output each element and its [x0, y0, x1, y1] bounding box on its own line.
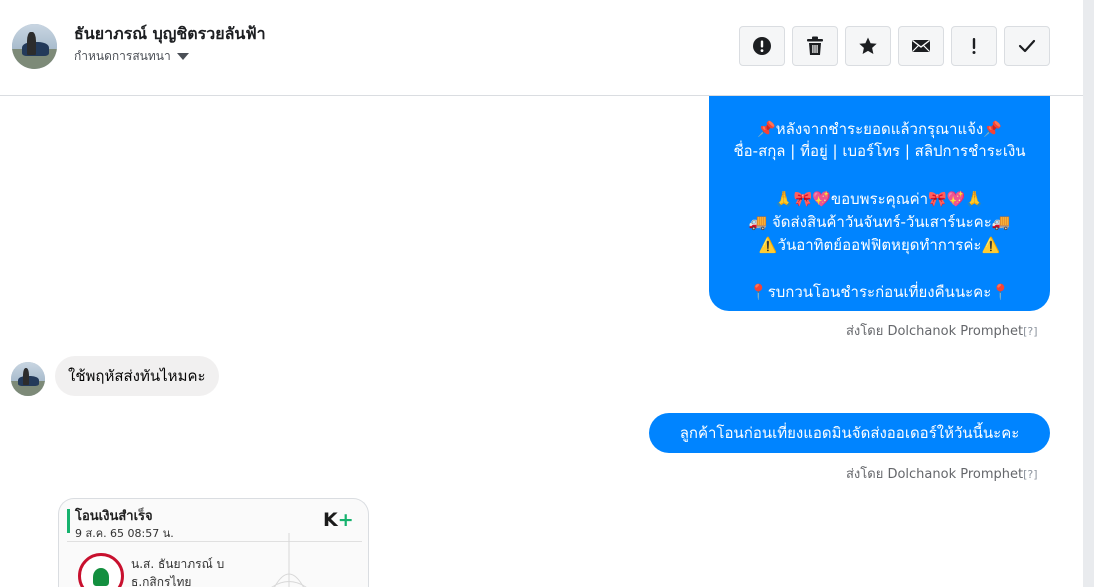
- slip-datetime: 9 ส.ค. 65 08:57 น.: [75, 527, 174, 540]
- message-line: 🙏🎀💖ขอบพระคุณค่า🎀💖🙏: [774, 190, 985, 208]
- watermark-emblem: [271, 533, 307, 587]
- kplus-logo-k: K: [323, 509, 338, 531]
- kplus-logo: K+: [323, 509, 354, 531]
- follow-up-button[interactable]: [951, 26, 997, 66]
- star-button[interactable]: [845, 26, 891, 66]
- conversation-settings-dropdown[interactable]: กำหนดการสนทนา: [74, 47, 189, 66]
- sent-by-text: ส่งโดย Dolchanok Promphet: [846, 324, 1024, 339]
- caret-down-icon: [176, 53, 189, 60]
- conversation-header: ธันยาภรณ์ บุญชิตรวยลันฟ้า กำหนดการสนทนา: [0, 0, 1083, 96]
- customer-avatar[interactable]: [11, 362, 45, 396]
- help-link[interactable]: [?]: [1023, 325, 1037, 338]
- exclamation-icon: [972, 38, 976, 54]
- trash-icon: [807, 36, 823, 55]
- message-line: 📌หลังจากชำระยอดแล้วกรุณาแจ้ง📌: [757, 120, 1002, 138]
- sent-by-text: ส่งโดย Dolchanok Promphet: [846, 467, 1024, 482]
- delete-button[interactable]: [792, 26, 838, 66]
- exclamation-circle-icon: [753, 37, 771, 55]
- incoming-message-bubble[interactable]: ใช้พฤหัสส่งทันไหมคะ: [55, 356, 219, 396]
- help-link[interactable]: [?]: [1023, 468, 1037, 481]
- slip-title: โอนเงินสำเร็จ: [75, 509, 153, 524]
- message-line: 📍รบกวนโอนชำระก่อนเที่ยงคืนนะคะ📍: [749, 283, 1010, 301]
- kplus-logo-plus: +: [337, 509, 354, 531]
- message-line: ชื่อ-สกุล | ที่อยู่ | เบอร์โทร | สลิปการ…: [733, 142, 1026, 160]
- message-line: ⚠️วันอาทิตย์ออฟฟิตหยุดทำการค่ะ⚠️: [758, 236, 1001, 254]
- scrollbar-track[interactable]: [1083, 0, 1094, 587]
- outgoing-message-bubble[interactable]: 📌หลังจากชำระยอดแล้วกรุณาแจ้ง📌 ชื่อ-สกุล …: [709, 96, 1050, 311]
- star-icon: [859, 37, 877, 54]
- bank-name: ธ.กสิกรไทย: [131, 575, 192, 587]
- conversation-pane: ธันยาภรณ์ บุญชิตรวยลันฟ้า กำหนดการสนทนา: [0, 0, 1083, 587]
- kasikorn-bank-logo: [78, 553, 124, 587]
- account-name: น.ส. ธันยาภรณ์ บ: [131, 557, 225, 571]
- report-spam-button[interactable]: [739, 26, 785, 66]
- sent-by-label: ส่งโดย Dolchanok Promphet[?]: [846, 463, 1038, 484]
- sent-by-label: ส่งโดย Dolchanok Promphet[?]: [846, 320, 1038, 341]
- outgoing-message-bubble[interactable]: ลูกค้าโอนก่อนเที่ยงแอดมินจัดส่งออเดอร์ให…: [649, 413, 1050, 453]
- transfer-slip-image[interactable]: โอนเงินสำเร็จ 9 ส.ค. 65 08:57 น. K+ น.ส.…: [58, 498, 369, 587]
- contact-name[interactable]: ธันยาภรณ์ บุญชิตรวยลันฟ้า: [74, 22, 266, 47]
- conversation-settings-label: กำหนดการสนทนา: [74, 49, 171, 63]
- checkmark-icon: [1018, 39, 1036, 53]
- message-line: 🚚 จัดส่งสินค้าวันจันทร์-วันเสาร์นะคะ🚚: [748, 213, 1011, 231]
- contact-avatar[interactable]: [12, 24, 57, 69]
- mark-unread-button[interactable]: [898, 26, 944, 66]
- accent-bar: [67, 509, 70, 533]
- mark-done-button[interactable]: [1004, 26, 1050, 66]
- envelope-icon: [912, 39, 930, 52]
